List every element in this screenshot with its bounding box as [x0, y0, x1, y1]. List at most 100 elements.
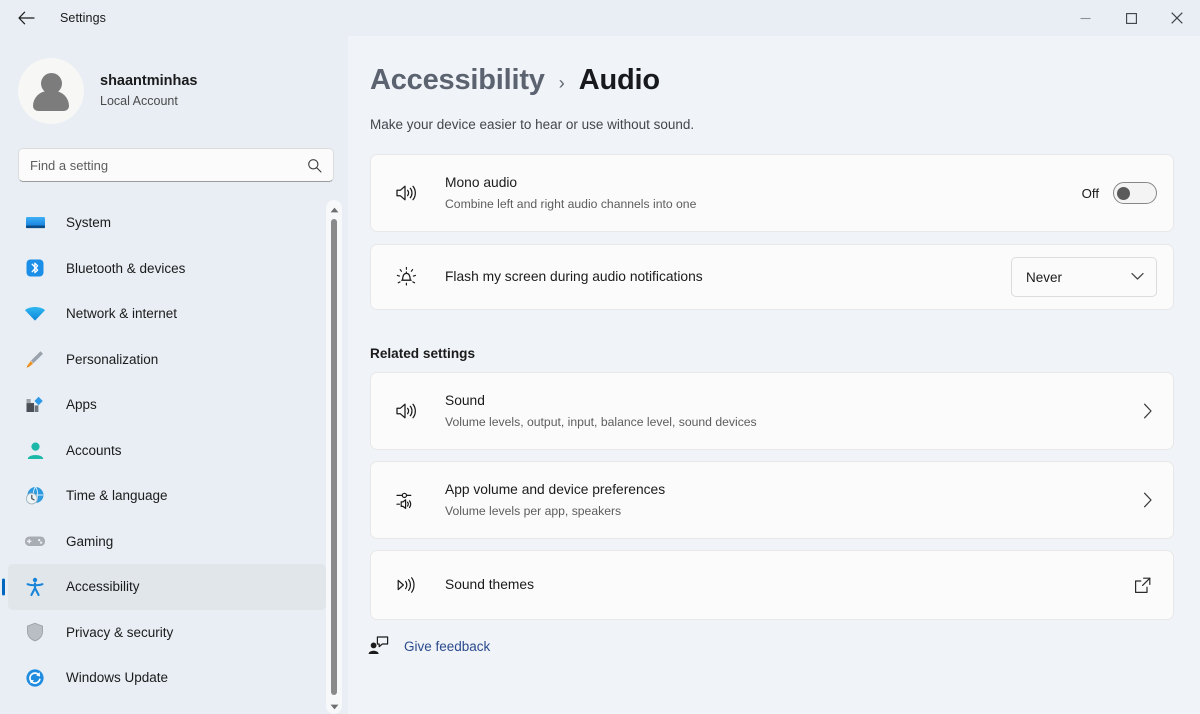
- sidebar-item-privacy-security[interactable]: Privacy & security: [8, 610, 326, 656]
- scrollbar-up-arrow[interactable]: [330, 200, 339, 216]
- paintbrush-icon: [22, 348, 48, 370]
- account-type: Local Account: [100, 93, 198, 111]
- mono-audio-title: Mono audio: [445, 174, 1082, 193]
- sidebar-item-bluetooth-devices[interactable]: Bluetooth & devices: [8, 246, 326, 292]
- toggle-knob: [1117, 187, 1130, 200]
- window-body: shaantminhas Local Account: [0, 36, 1200, 714]
- related-item-text: App volume and device preferences Volume…: [445, 481, 1143, 519]
- avatar: [18, 58, 84, 124]
- close-icon: [1171, 12, 1183, 24]
- main-content: Accessibility › Audio Make your device e…: [348, 36, 1200, 714]
- search-icon: [307, 158, 322, 173]
- sidebar-scrollbar[interactable]: [326, 200, 342, 714]
- monitor-icon: [22, 212, 48, 234]
- speaker-waves-icon: [389, 400, 423, 422]
- sidebar-item-label: Privacy & security: [66, 625, 173, 640]
- person-icon: [22, 439, 48, 461]
- back-button[interactable]: [4, 2, 48, 34]
- update-icon: [22, 667, 48, 689]
- toggle-state-label: Off: [1082, 186, 1099, 201]
- breadcrumb-parent[interactable]: Accessibility: [370, 64, 545, 97]
- sidebar-item-apps[interactable]: Apps: [8, 382, 326, 428]
- mono-audio-card: Mono audio Combine left and right audio …: [370, 154, 1174, 232]
- sidebar-item-label: Personalization: [66, 352, 158, 367]
- mono-audio-subtitle: Combine left and right audio channels in…: [445, 196, 1082, 212]
- related-item-title: Sound: [445, 392, 1143, 411]
- breadcrumb: Accessibility › Audio: [370, 64, 1174, 97]
- scrollbar-thumb[interactable]: [331, 219, 337, 695]
- shield-icon: [22, 621, 48, 643]
- close-button[interactable]: [1154, 0, 1200, 36]
- related-item-title: Sound themes: [445, 576, 1134, 595]
- sidebar-item-personalization[interactable]: Personalization: [8, 337, 326, 383]
- mono-audio-text: Mono audio Combine left and right audio …: [445, 174, 1082, 212]
- sidebar-item-label: Bluetooth & devices: [66, 261, 185, 276]
- mono-audio-toggle-group: Off: [1082, 182, 1157, 204]
- sidebar-item-label: Accessibility: [66, 579, 140, 594]
- wifi-icon: [22, 303, 48, 325]
- dropdown-value: Never: [1026, 270, 1062, 285]
- settings-window: Settings: [0, 0, 1200, 714]
- maximize-button[interactable]: [1108, 0, 1154, 36]
- apps-icon: [22, 394, 48, 416]
- minimize-button[interactable]: [1062, 0, 1108, 36]
- clock-globe-icon: [22, 485, 48, 507]
- sidebar-item-gaming[interactable]: Gaming: [8, 519, 326, 565]
- flash-screen-card: Flash my screen during audio notificatio…: [370, 244, 1174, 310]
- window-controls: [1062, 0, 1200, 36]
- chevron-down-icon: [1131, 268, 1144, 286]
- related-item-sound-themes[interactable]: Sound themes: [370, 550, 1174, 620]
- chevron-right-icon: [1143, 492, 1153, 508]
- sidebar-nav: System Bluetooth & devices: [0, 200, 348, 714]
- accessibility-icon: [22, 576, 48, 598]
- flash-screen-text: Flash my screen during audio notificatio…: [445, 268, 1011, 287]
- sidebar-item-network-internet[interactable]: Network & internet: [8, 291, 326, 337]
- sidebar-item-time-language[interactable]: Time & language: [8, 473, 326, 519]
- gamepad-icon: [22, 530, 48, 552]
- sidebar-item-windows-update[interactable]: Windows Update: [8, 655, 326, 701]
- flash-screen-dropdown[interactable]: Never: [1011, 257, 1157, 297]
- sidebar-item-label: System: [66, 215, 111, 230]
- maximize-icon: [1126, 13, 1137, 24]
- sidebar-item-accounts[interactable]: Accounts: [8, 428, 326, 474]
- speaker-waves-icon: [389, 182, 423, 204]
- scrollbar-track[interactable]: [326, 216, 342, 698]
- related-settings-heading: Related settings: [370, 346, 1174, 361]
- search-box[interactable]: [18, 148, 334, 182]
- sidebar-nav-list: System Bluetooth & devices: [8, 200, 326, 701]
- related-item-app-volume[interactable]: App volume and device preferences Volume…: [370, 461, 1174, 539]
- related-item-title: App volume and device preferences: [445, 481, 1143, 500]
- page-title: Audio: [579, 64, 660, 97]
- flash-screen-title: Flash my screen during audio notificatio…: [445, 268, 1011, 287]
- back-arrow-icon: [18, 11, 35, 25]
- feedback-person-icon: [364, 636, 392, 656]
- external-link-icon: [1134, 577, 1151, 594]
- related-item-text: Sound themes: [445, 576, 1134, 595]
- sidebar-item-label: Apps: [66, 397, 97, 412]
- related-item-text: Sound Volume levels, output, input, bala…: [445, 392, 1143, 430]
- account-section[interactable]: shaantminhas Local Account: [18, 58, 348, 124]
- sidebar-item-label: Windows Update: [66, 670, 168, 685]
- scrollbar-down-arrow[interactable]: [330, 698, 339, 714]
- sound-theme-icon: [389, 574, 423, 596]
- related-item-subtitle: Volume levels per app, speakers: [445, 503, 1143, 519]
- chevron-right-icon: [1143, 403, 1153, 419]
- sidebar: shaantminhas Local Account: [0, 36, 348, 714]
- sidebar-item-label: Accounts: [66, 443, 122, 458]
- sidebar-item-label: Network & internet: [66, 306, 177, 321]
- search-section: [18, 148, 334, 182]
- mono-audio-toggle[interactable]: [1113, 182, 1157, 204]
- sidebar-item-system[interactable]: System: [8, 200, 326, 246]
- sidebar-item-accessibility[interactable]: Accessibility: [8, 564, 326, 610]
- give-feedback-label: Give feedback: [404, 639, 490, 654]
- sidebar-item-label: Gaming: [66, 534, 113, 549]
- page-subtitle: Make your device easier to hear or use w…: [370, 117, 1174, 132]
- flash-bell-icon: [389, 265, 423, 289]
- give-feedback-link[interactable]: Give feedback: [364, 636, 490, 656]
- sidebar-item-label: Time & language: [66, 488, 168, 503]
- app-volume-slider-icon: [389, 488, 423, 512]
- search-input[interactable]: [30, 158, 307, 173]
- title-bar: Settings: [0, 0, 1200, 36]
- account-name: shaantminhas: [100, 72, 198, 92]
- related-item-sound[interactable]: Sound Volume levels, output, input, bala…: [370, 372, 1174, 450]
